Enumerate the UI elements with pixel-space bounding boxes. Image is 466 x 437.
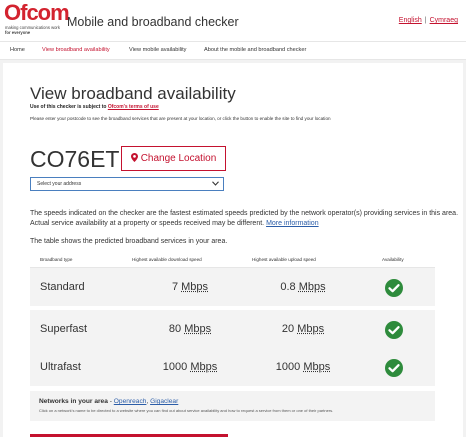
speed-disclaimer: The speeds indicated on the checker are … xyxy=(30,209,460,229)
nav-home[interactable]: Home xyxy=(10,47,25,53)
broadband-type: Superfast xyxy=(40,323,88,335)
networks-heading: Networks in your area - Openreach, Gigac… xyxy=(39,398,178,405)
table-description: The table shows the predicted broadband … xyxy=(30,238,228,245)
site-title: Mobile and broadband checker xyxy=(67,15,239,29)
networks-panel: Networks in your area - Openreach, Gigac… xyxy=(30,391,435,421)
lang-english-link[interactable]: English xyxy=(399,17,422,24)
check-circle-icon xyxy=(385,359,403,377)
map-pin-icon xyxy=(130,153,138,164)
main-nav: Home View broadband availability View mo… xyxy=(0,41,466,60)
change-location-button[interactable]: Change Location xyxy=(121,146,226,171)
terms-notice: Use of this checker is subject to Ofcom'… xyxy=(30,104,159,110)
table-header: Broadband type Highest available downloa… xyxy=(30,254,435,268)
change-location-label: Change Location xyxy=(140,153,217,164)
download-unit: Mbps xyxy=(184,323,212,335)
download-value: 80 xyxy=(168,323,182,335)
nav-about[interactable]: About the mobile and broadband checker xyxy=(204,47,306,53)
check-circle-icon xyxy=(385,279,403,297)
networks-description: Click on a network's name to be directed… xyxy=(39,408,334,413)
col-download-speed: Highest available download speed xyxy=(132,257,202,262)
download-value: 7 xyxy=(171,281,179,293)
download-speed: 80 Mbps xyxy=(131,323,249,335)
address-select-value: Select your address xyxy=(37,181,82,187)
lang-separator: | xyxy=(424,17,427,24)
download-unit: Mbps xyxy=(181,281,209,293)
nav-broadband[interactable]: View broadband availability xyxy=(42,47,110,53)
lang-welsh-link[interactable]: Cymraeg xyxy=(430,17,458,24)
address-select[interactable]: Select your address xyxy=(30,177,224,191)
intro-text: Please enter your postcode to see the br… xyxy=(30,116,331,121)
speed-disclaimer-text: The speeds indicated on the checker are … xyxy=(30,210,459,227)
upload-unit: Mbps xyxy=(298,281,326,293)
broadband-type: Ultrafast xyxy=(40,361,81,373)
col-broadband-type: Broadband type xyxy=(40,257,73,262)
table-row: Superfast 80 Mbps 20 Mbps xyxy=(30,310,435,350)
upload-value: 20 xyxy=(281,323,295,335)
logo-wordmark: Ofcom xyxy=(4,0,70,25)
upload-speed: 1000 Mbps xyxy=(244,361,362,373)
download-value: 1000 xyxy=(162,361,188,373)
broadband-type: Standard xyxy=(40,281,85,293)
upload-value: 1000 xyxy=(275,361,301,373)
network-link-gigaclear[interactable]: Gigaclear xyxy=(150,398,178,405)
language-switcher: English | Cymraeg xyxy=(399,17,458,24)
table-row: Ultrafast 1000 Mbps 1000 Mbps xyxy=(30,348,435,388)
download-speed: 1000 Mbps xyxy=(131,361,249,373)
postcode-display: CO76ET xyxy=(30,146,120,172)
upload-speed: 20 Mbps xyxy=(244,323,362,335)
networks-title: Networks in your area xyxy=(39,398,108,405)
upload-unit: Mbps xyxy=(297,323,325,335)
download-unit: Mbps xyxy=(190,361,218,373)
more-information-link[interactable]: More information xyxy=(266,220,319,227)
nav-mobile[interactable]: View mobile availability xyxy=(129,47,186,53)
upload-speed: 0.8 Mbps xyxy=(244,281,362,293)
chevron-down-icon xyxy=(212,181,219,188)
terms-link[interactable]: Ofcom's terms of use xyxy=(108,104,159,110)
check-circle-icon xyxy=(385,321,403,339)
download-speed: 7 Mbps xyxy=(131,281,249,293)
terms-prefix: Use of this checker is subject to xyxy=(30,104,108,110)
logo-tagline-strong: for everyone xyxy=(5,30,31,35)
page-title: View broadband availability xyxy=(30,84,236,103)
upload-value: 0.8 xyxy=(280,281,296,293)
table-row: Standard 7 Mbps 0.8 Mbps xyxy=(30,268,435,308)
site-header: Ofcom making communications work for eve… xyxy=(0,0,466,41)
ofcom-logo[interactable]: Ofcom making communications work for eve… xyxy=(4,2,70,38)
network-link-openreach[interactable]: Openreach xyxy=(114,398,147,405)
col-availability: Availability xyxy=(382,257,404,262)
col-upload-speed: Highest available upload speed xyxy=(252,257,316,262)
upload-unit: Mbps xyxy=(303,361,331,373)
